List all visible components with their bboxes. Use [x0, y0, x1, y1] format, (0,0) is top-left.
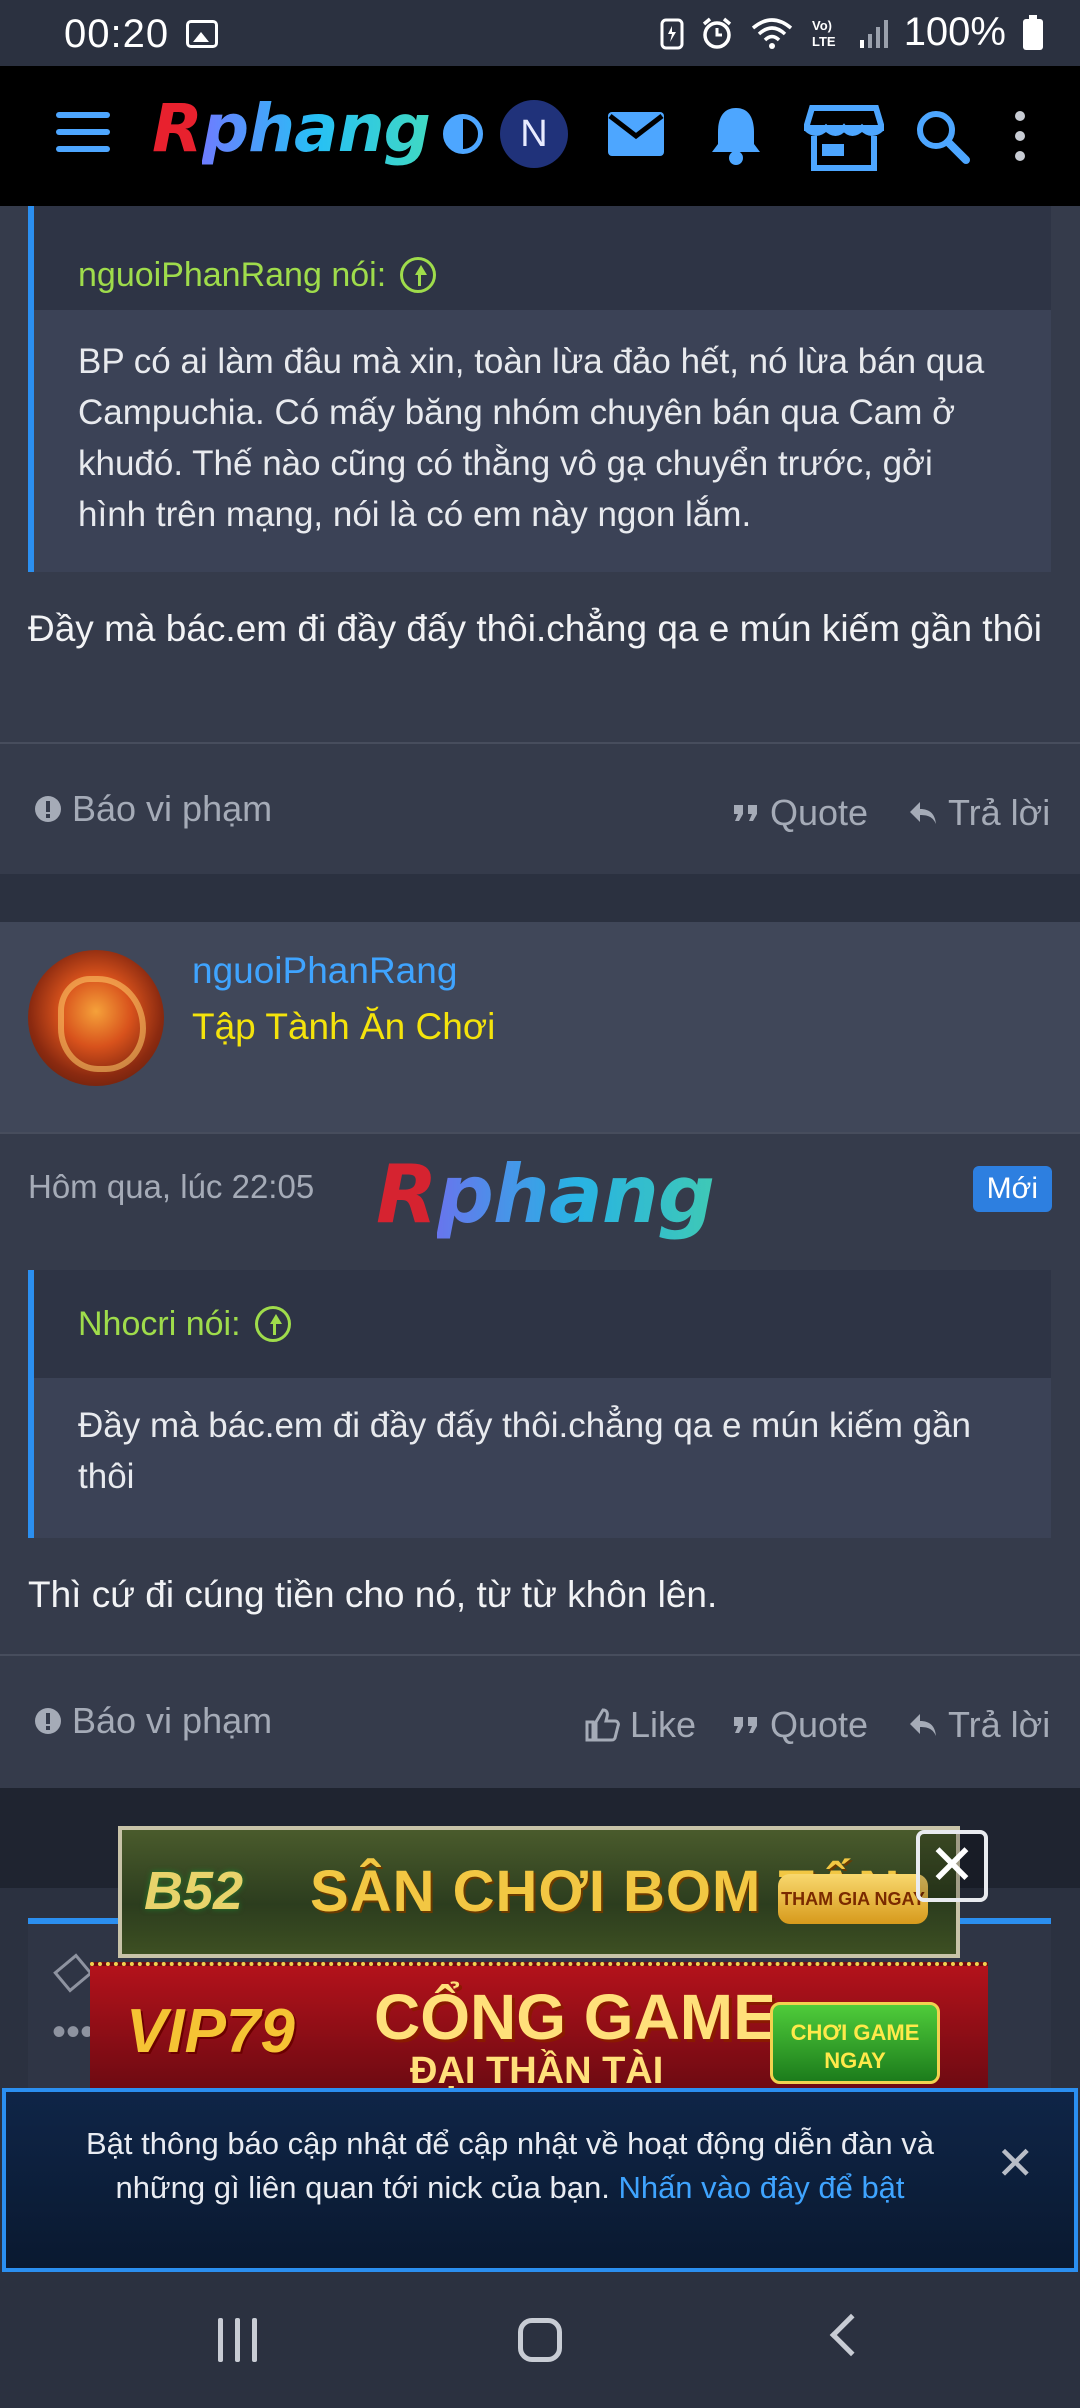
more-tools-icon[interactable]: ••• [52, 2010, 94, 2055]
quote-header[interactable]: nguoiPhanRang nói: [34, 206, 1051, 310]
system-nav-bar [0, 2276, 1080, 2408]
reply-button[interactable]: Trả lời [908, 1704, 1050, 1746]
push-notification-prompt: Bật thông báo cập nhật để cập nhật về ho… [2, 2088, 1078, 2272]
clear-formatting-icon[interactable] [53, 1953, 93, 1993]
quote-block: nguoiPhanRang nói: BP có ai làm đâu mà x… [28, 206, 1051, 572]
status-time: 00:20 [64, 12, 170, 56]
image-notification-icon [186, 20, 218, 48]
svg-text:Vo): Vo) [812, 18, 832, 33]
thumbs-up-icon [585, 1708, 620, 1742]
post-date[interactable]: Hôm qua, lúc 22:05 [28, 1168, 314, 1206]
divider [0, 1654, 1080, 1656]
quote-header[interactable]: Nhocri nói: [34, 1270, 1051, 1378]
ad-banner-b52[interactable]: B52 SÂN CHƠI BOM TẤN THAM GIA NGAY [118, 1826, 960, 1958]
quote-block: Nhocri nói: Đầy mà bác.em đi đầy đấy thô… [28, 1270, 1051, 1538]
hamburger-menu-icon[interactable] [56, 112, 110, 156]
battery-icon [1023, 14, 1043, 50]
report-button[interactable]: Báo vi phạm [34, 1700, 272, 1742]
report-icon [35, 796, 61, 822]
post-author-header: nguoiPhanRang Tập Tành Ăn Chơi [0, 922, 1080, 1132]
author-title: Tập Tành Ăn Chơi [192, 1006, 496, 1047]
wifi-icon [751, 17, 792, 49]
ad-join-button[interactable]: THAM GIA NGAY [778, 1874, 928, 1924]
volte-icon: Vo)LTE [812, 18, 836, 49]
new-badge: Mới [972, 1166, 1052, 1212]
search-icon[interactable] [914, 108, 970, 164]
system-icons: Vo) LTE 100% [660, 10, 1044, 55]
post-text: Thì cứ đi cúng tiền cho nó, từ từ khôn l… [28, 1574, 718, 1615]
quote-author: Nhocri nói: [78, 1304, 241, 1343]
quote-icon [734, 1717, 757, 1733]
quote-button[interactable]: Quote [732, 792, 868, 834]
ad-play-now-button[interactable]: CHƠI GAME NGAY [770, 2002, 940, 2084]
reply-icon [910, 802, 936, 824]
divider [0, 1132, 1080, 1134]
report-icon [35, 1708, 61, 1734]
user-avatar[interactable]: N [500, 100, 568, 168]
ad-banner-vip79[interactable]: VIP79 CỔNG GAME ĐẠI THẦN TÀI CHƠI GAME N… [90, 1962, 988, 2088]
go-to-quote-icon[interactable] [400, 257, 437, 293]
home-icon[interactable] [518, 2318, 562, 2362]
author-username[interactable]: nguoiPhanRang [192, 950, 457, 992]
quote-button[interactable]: Quote [732, 1704, 868, 1746]
ad-close-button[interactable]: ✕ [916, 1830, 988, 1902]
close-notification-button[interactable]: ✕ [996, 2136, 1035, 2190]
app-header: Rphang N [0, 66, 1080, 206]
notification-message: Bật thông báo cập nhật để cập nhật về ho… [85, 2126, 935, 2205]
notification-bell-icon[interactable] [708, 104, 764, 166]
author-avatar[interactable] [28, 950, 164, 1086]
signal-icon [859, 19, 888, 48]
battery-percent: 100% [903, 10, 1006, 54]
logo-watermark: Rphang [376, 1148, 715, 1241]
like-button[interactable]: Like [584, 1704, 696, 1746]
mail-icon[interactable] [606, 110, 666, 158]
quote-text: Đầy mà bác.em đi đầy đấy thôi.chẳng qa e… [78, 1406, 971, 1496]
reply-button[interactable]: Trả lời [908, 792, 1050, 834]
reply-icon [910, 1714, 936, 1736]
enable-notifications-link[interactable]: Nhấn vào đây để bật [618, 2170, 904, 2205]
recent-apps-icon[interactable] [218, 2318, 257, 2362]
back-icon[interactable] [829, 2313, 873, 2357]
theme-toggle-icon[interactable] [443, 114, 483, 154]
quote-icon [734, 805, 757, 821]
alarm-icon [702, 17, 731, 49]
save-data-icon [660, 18, 684, 49]
divider [0, 742, 1080, 744]
quote-author: nguoiPhanRang nói: [78, 255, 387, 294]
post-text: Đầy mà bác.em đi đầy đấy thôi.chẳng qa e… [28, 608, 1042, 649]
site-logo[interactable]: Rphang [152, 90, 431, 167]
go-to-quote-icon[interactable] [254, 1306, 291, 1342]
svg-text:LTE: LTE [812, 34, 836, 49]
status-bar: 00:20 Vo) LTE 100% [0, 0, 1080, 66]
post-gap [0, 874, 1080, 922]
store-icon[interactable] [804, 102, 884, 172]
quote-text: BP có ai làm đâu mà xin, toàn lừa đảo hế… [78, 342, 985, 534]
more-options-icon[interactable] [1010, 110, 1030, 162]
report-button[interactable]: Báo vi phạm [34, 788, 272, 830]
